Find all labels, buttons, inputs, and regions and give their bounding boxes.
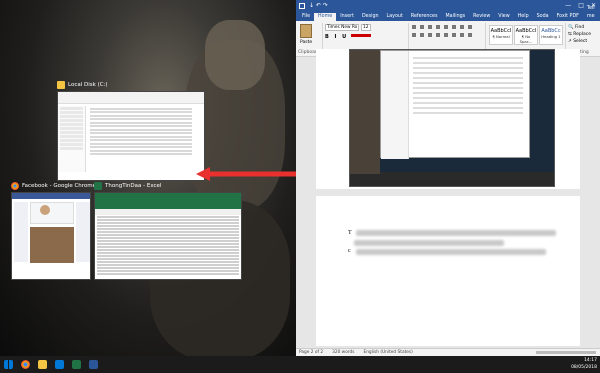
paste-icon[interactable] xyxy=(300,24,312,38)
blurred-text-line-2 xyxy=(354,240,504,246)
save-icon[interactable] xyxy=(299,2,305,9)
word-count[interactable]: 320 words xyxy=(332,350,354,355)
clock-time: 14:17 xyxy=(584,358,597,363)
explorer-file-list xyxy=(90,106,192,172)
document-page-1[interactable] xyxy=(316,49,580,189)
tab-view[interactable]: View xyxy=(494,13,513,21)
font-color-icon[interactable] xyxy=(351,34,371,37)
page-text-start: T xyxy=(348,230,352,236)
style-heading-1[interactable]: AaBbCc Heading 1 xyxy=(539,25,563,45)
editing-group: 🔍 Find ⇆ Replace ↗ Select xyxy=(568,24,591,45)
style-normal-name: ¶ Normal xyxy=(492,34,510,39)
find-label: Find xyxy=(575,25,585,30)
chrome-title: Facebook - Google Chrome xyxy=(11,181,96,191)
clock-date: 08/05/2018 xyxy=(571,365,597,370)
page-count[interactable]: Page 2 of 2 xyxy=(299,350,323,355)
page-text-line3: c xyxy=(348,248,351,254)
tab-file[interactable]: File xyxy=(298,13,314,21)
tab-soda[interactable]: Soda xyxy=(533,13,553,21)
excel-preview xyxy=(94,192,242,280)
select-label: Select xyxy=(573,39,588,44)
screenshot-explorer-window xyxy=(380,50,530,159)
tab-foxit-pdf[interactable]: Foxit PDF xyxy=(553,13,583,21)
document-page-2[interactable]: T c xyxy=(316,196,580,346)
system-clock[interactable]: 14:17 08/05/2018 xyxy=(571,357,597,371)
font-size-select[interactable]: 12 xyxy=(361,24,371,31)
style-normal[interactable]: AaBbCcI ¶ Normal xyxy=(489,25,513,45)
quick-access-toolbar[interactable]: ↓ ↶ ↷ xyxy=(309,2,328,9)
paste-button[interactable]: Paste xyxy=(300,40,312,45)
explorer-preview xyxy=(57,91,205,181)
tell-me-search[interactable]: Tell me xyxy=(587,5,600,21)
folder-icon xyxy=(57,81,65,89)
explorer-title: Local Disk (C:) xyxy=(57,80,108,90)
red-arrow-annotation xyxy=(196,167,300,181)
tab-mailings[interactable]: Mailings xyxy=(442,13,470,21)
chrome-taskbar-icon[interactable] xyxy=(21,360,30,369)
minimize-icon[interactable]: — xyxy=(565,2,571,9)
chrome-icon xyxy=(11,182,19,190)
explorer-nav-pane xyxy=(58,106,86,172)
taskbar: 14:17 08/05/2018 xyxy=(0,356,600,373)
language-indicator[interactable]: English (United States) xyxy=(363,350,412,355)
tab-help[interactable]: Help xyxy=(514,13,533,21)
replace-button[interactable]: ⇆ Replace xyxy=(568,31,591,38)
explorer-toolbar xyxy=(58,92,204,104)
maximize-icon[interactable]: □ xyxy=(578,2,584,9)
wallpaper-helmet xyxy=(205,20,265,90)
tab-home[interactable]: Home xyxy=(314,13,337,21)
tab-review[interactable]: Review xyxy=(469,13,494,21)
style-heading-name: Heading 1 xyxy=(541,34,561,39)
tab-layout[interactable]: Layout xyxy=(383,13,407,21)
select-button[interactable]: ↗ Select xyxy=(568,38,591,45)
blurred-text-line-1 xyxy=(356,230,556,236)
tab-insert[interactable]: Insert xyxy=(336,13,358,21)
chrome-title-text: Facebook - Google Chrome xyxy=(22,183,97,189)
style-no-spacing-name: ¶ No Spac... xyxy=(519,34,533,44)
style-no-spacing[interactable]: AaBbCcI ¶ No Spac... xyxy=(514,25,538,45)
mail-taskbar-icon[interactable] xyxy=(55,360,64,369)
ribbon-tabs: File Home Insert Design Layout Reference… xyxy=(296,6,600,21)
word-taskbar-icon[interactable] xyxy=(89,360,98,369)
excel-title: ThongTinDaa - Excel xyxy=(94,181,161,191)
inserted-screenshot-image[interactable] xyxy=(349,49,555,187)
task-view-chrome[interactable]: Facebook - Google Chrome xyxy=(11,181,96,280)
find-button[interactable]: 🔍 Find xyxy=(568,24,591,31)
task-view-explorer[interactable]: Local Disk (C:) xyxy=(57,80,205,181)
tab-references[interactable]: References xyxy=(407,13,442,21)
alignment-buttons[interactable] xyxy=(412,33,472,37)
task-view-excel[interactable]: ThongTinDaa - Excel xyxy=(94,181,242,280)
blurred-text-line-3 xyxy=(356,249,546,255)
list-buttons[interactable] xyxy=(412,25,472,29)
replace-label: Replace xyxy=(573,32,592,37)
word-window: ↓ ↶ ↷ — □ ✕ File Home Insert Design Layo… xyxy=(296,0,600,356)
excel-title-text: ThongTinDaa - Excel xyxy=(105,183,162,189)
tab-design[interactable]: Design xyxy=(358,13,383,21)
zoom-slider[interactable] xyxy=(536,351,596,354)
excel-icon xyxy=(94,182,102,190)
status-bar: Page 2 of 2 320 words English (United St… xyxy=(296,348,600,356)
excel-taskbar-icon[interactable] xyxy=(72,360,81,369)
explorer-title-text: Local Disk (C:) xyxy=(68,82,108,88)
word-title-bar: ↓ ↶ ↷ — □ ✕ xyxy=(296,0,600,11)
font-format-buttons[interactable]: B I U xyxy=(325,34,348,40)
file-explorer-taskbar-icon[interactable] xyxy=(38,360,47,369)
font-name-select[interactable]: Times New Ro xyxy=(325,24,359,31)
chrome-preview xyxy=(11,192,91,280)
start-icon[interactable] xyxy=(4,360,13,369)
